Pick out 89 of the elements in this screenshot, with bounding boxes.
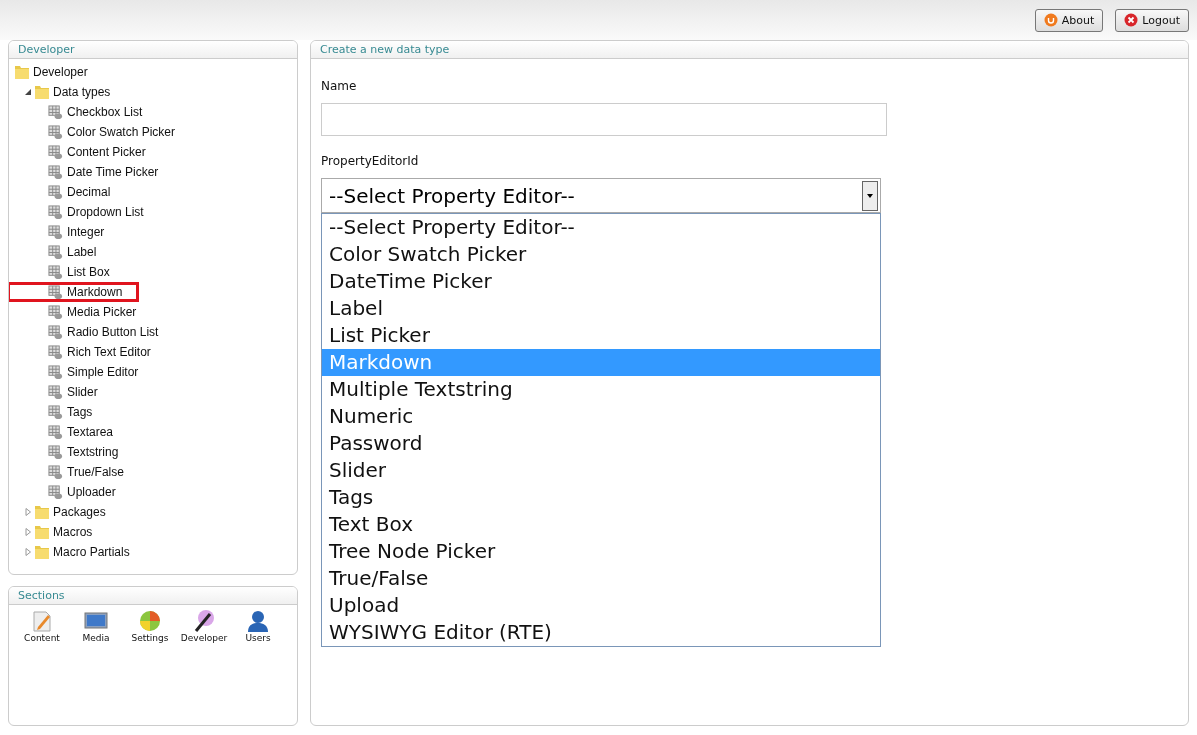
- tree-item[interactable]: True/False: [9, 462, 141, 482]
- folder-icon: [14, 64, 30, 80]
- panel-title: Developer: [9, 41, 297, 59]
- tree-item[interactable]: Rich Text Editor: [9, 342, 168, 362]
- database-grid-icon: [48, 264, 63, 280]
- tree-item[interactable]: Radio Button List: [9, 322, 176, 342]
- section-item[interactable]: Settings: [127, 609, 173, 643]
- section-item[interactable]: Users: [235, 609, 281, 643]
- tree-item[interactable]: Dropdown List: [9, 202, 161, 222]
- dropdown-option[interactable]: Tags: [322, 484, 880, 511]
- database-grid-icon: [48, 224, 63, 240]
- dropdown-option[interactable]: Multiple Textstring: [322, 376, 880, 403]
- dropdown-option[interactable]: True/False: [322, 565, 880, 592]
- dropdown-option[interactable]: DateTime Picker: [322, 268, 880, 295]
- magic-wand-icon: [192, 609, 216, 633]
- document-pencil-icon: [30, 609, 54, 633]
- tree-item[interactable]: Macro Partials: [14, 542, 130, 562]
- folder-icon: [34, 84, 50, 100]
- database-grid-icon: [48, 444, 63, 460]
- database-grid-icon: [48, 104, 63, 120]
- dropdown-option[interactable]: Tree Node Picker: [322, 538, 880, 565]
- expand-arrow-icon[interactable]: [24, 528, 32, 536]
- tree-item[interactable]: Color Swatch Picker: [9, 122, 193, 142]
- expand-arrow-icon[interactable]: [24, 508, 32, 516]
- header-button[interactable]: About: [1034, 8, 1104, 32]
- user-icon: [246, 609, 270, 633]
- tree-item[interactable]: Packages: [14, 502, 106, 522]
- field-label: PropertyEditorId: [321, 154, 420, 168]
- database-grid-icon: [48, 244, 63, 260]
- dropdown-option[interactable]: Color Swatch Picker: [322, 241, 880, 268]
- tree-item[interactable]: Markdown: [9, 282, 140, 302]
- database-grid-icon: [48, 464, 63, 480]
- tree-item[interactable]: List Box: [9, 262, 127, 282]
- dropdown-option[interactable]: --Select Property Editor--: [322, 214, 880, 241]
- tree-item[interactable]: Developer: [14, 62, 88, 82]
- tree-item[interactable]: Media Picker: [9, 302, 154, 322]
- database-grid-icon: [48, 184, 63, 200]
- header-button[interactable]: Logout: [1115, 8, 1189, 32]
- panel-title: Sections: [9, 587, 297, 605]
- database-grid-icon: [48, 124, 63, 140]
- circle-icon: [1043, 13, 1058, 27]
- database-grid-icon: [48, 164, 63, 180]
- name-field[interactable]: [321, 103, 887, 136]
- tree-item[interactable]: Slider: [9, 382, 115, 402]
- dropdown-option[interactable]: Upload: [322, 592, 880, 619]
- tree-item[interactable]: Integer: [9, 222, 122, 242]
- tree-item[interactable]: Macros: [14, 522, 93, 542]
- dropdown-option[interactable]: List Picker: [322, 322, 880, 349]
- database-grid-icon: [48, 304, 63, 320]
- dropdown-option[interactable]: Label: [322, 295, 880, 322]
- database-grid-icon: [48, 324, 63, 340]
- property-editor-select[interactable]: --Select Property Editor--: [321, 178, 881, 213]
- database-grid-icon: [48, 364, 63, 380]
- dropdown-option[interactable]: Text Box: [322, 511, 880, 538]
- tree-item[interactable]: Checkbox List: [9, 102, 160, 122]
- dropdown-option[interactable]: Numeric: [322, 403, 880, 430]
- tree-item[interactable]: Textstring: [9, 442, 136, 462]
- collapse-arrow-icon[interactable]: [24, 88, 32, 96]
- database-grid-icon: [48, 284, 63, 300]
- tree-item[interactable]: Uploader: [9, 482, 133, 502]
- folder-icon: [34, 544, 50, 560]
- color-ball-icon: [138, 609, 162, 633]
- database-grid-icon: [48, 204, 63, 220]
- database-grid-icon: [48, 404, 63, 420]
- field-label: Name: [321, 79, 358, 93]
- tree-item[interactable]: Date Time Picker: [9, 162, 176, 182]
- tree-item[interactable]: Tags: [9, 402, 110, 422]
- section-item[interactable]: Content: [19, 609, 65, 643]
- tree-item[interactable]: Data types: [14, 82, 111, 102]
- tree-item[interactable]: Simple Editor: [9, 362, 156, 382]
- database-grid-icon: [48, 484, 63, 500]
- panel-title: Create a new data type: [311, 41, 1188, 59]
- folder-icon: [34, 504, 50, 520]
- dropdown-option[interactable]: WYSIWYG Editor (RTE): [322, 619, 880, 646]
- dropdown-option[interactable]: Slider: [322, 457, 880, 484]
- database-grid-icon: [48, 424, 63, 440]
- tree-item[interactable]: Label: [9, 242, 114, 262]
- close-icon: [1124, 13, 1139, 27]
- tree-item[interactable]: Content Picker: [9, 142, 163, 162]
- database-grid-icon: [48, 144, 63, 160]
- tree-item[interactable]: Textarea: [9, 422, 131, 442]
- dropdown-option[interactable]: Password: [322, 430, 880, 457]
- section-item[interactable]: Developer: [181, 609, 227, 643]
- database-grid-icon: [48, 344, 63, 360]
- section-item[interactable]: Media: [73, 609, 119, 643]
- database-grid-icon: [48, 384, 63, 400]
- tree-item[interactable]: Decimal: [9, 182, 128, 202]
- expand-arrow-icon[interactable]: [24, 548, 32, 556]
- folder-icon: [34, 524, 50, 540]
